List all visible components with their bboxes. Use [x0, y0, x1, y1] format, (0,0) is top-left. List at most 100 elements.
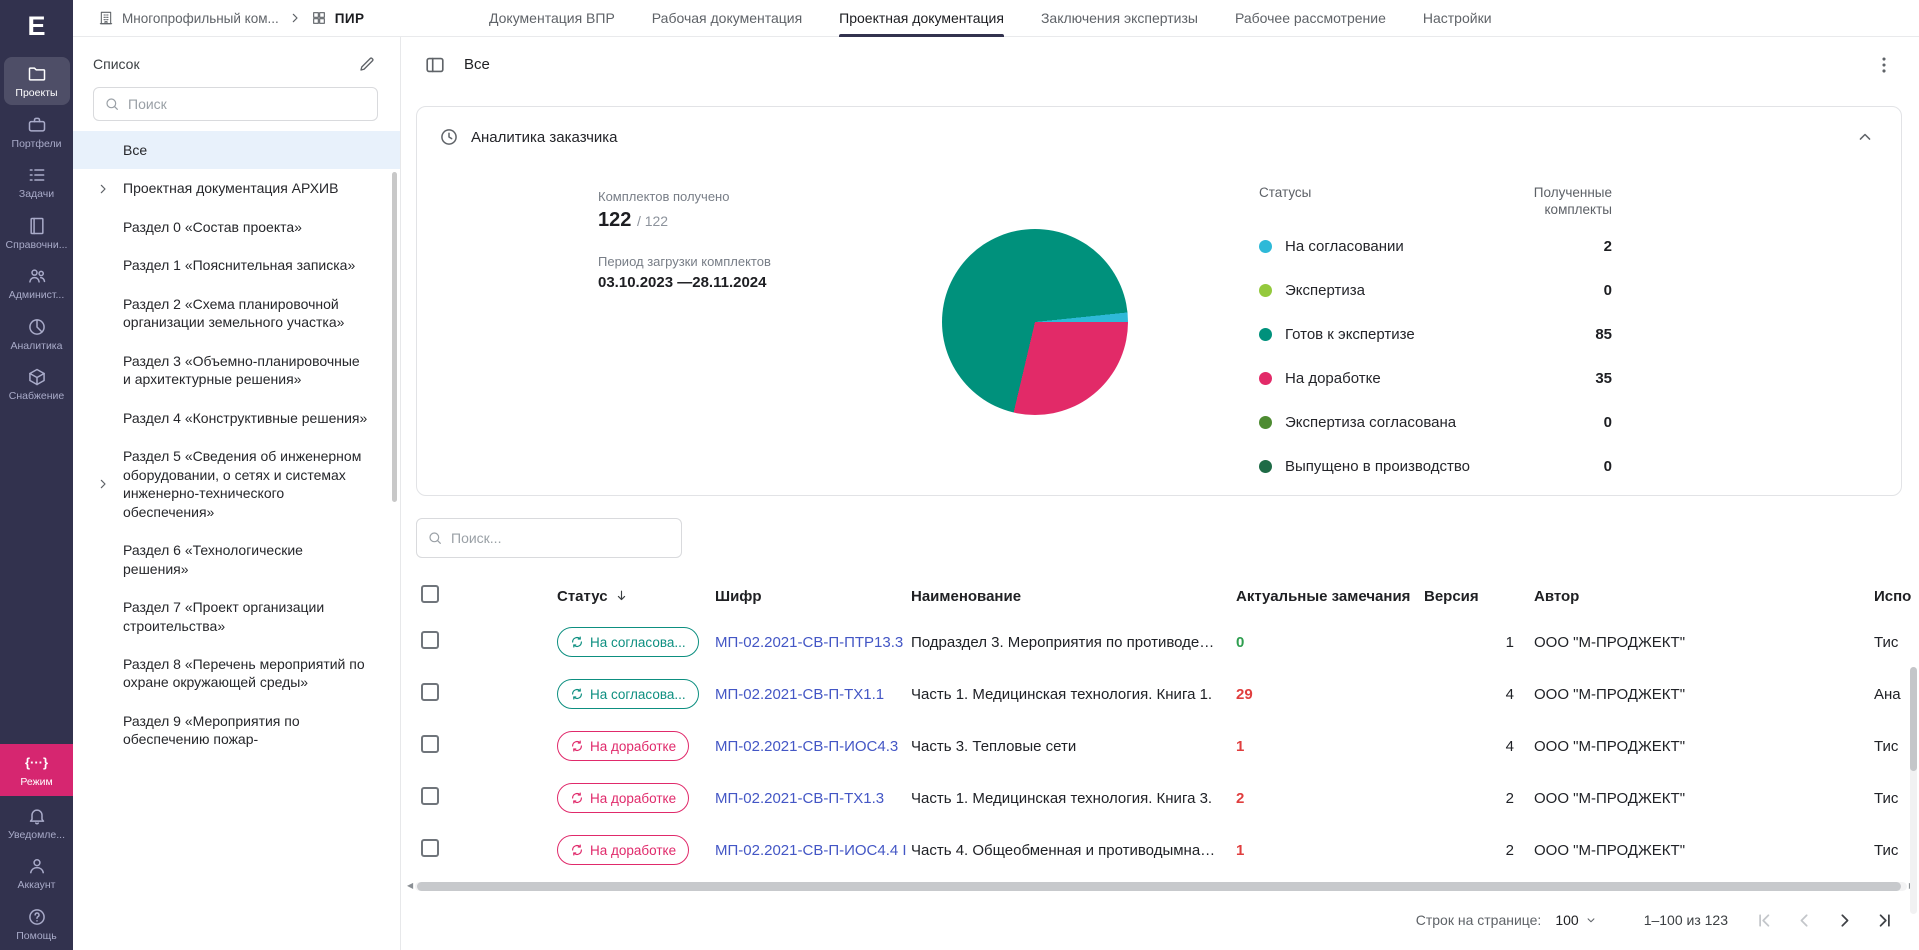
breadcrumb-project[interactable]: Многопрофильный ком...: [122, 11, 279, 26]
status-badge[interactable]: На доработке: [557, 783, 689, 813]
tree-item-all[interactable]: Все: [73, 131, 400, 169]
status-count: 0: [1604, 458, 1612, 475]
tab-vpr-documentation[interactable]: Документация ВПР: [489, 0, 615, 37]
row-checkbox[interactable]: [421, 735, 439, 753]
sidebar-search-input[interactable]: [128, 96, 367, 112]
nav-item-portfolios[interactable]: Портфели: [4, 108, 70, 156]
chevron-right-icon[interactable]: [95, 476, 111, 492]
first-page-button[interactable]: [1754, 910, 1775, 931]
tab-working-review[interactable]: Рабочее рассмотрение: [1235, 0, 1386, 37]
column-header-name[interactable]: Наименование: [911, 588, 1236, 605]
tree-item-section-8[interactable]: Раздел 8 «Перечень мероприятий по охране…: [73, 645, 400, 702]
chevron-right-icon: [1834, 910, 1855, 931]
breadcrumb-section[interactable]: ПИР: [335, 11, 365, 26]
legend-header-received: Полученные комплекты: [1500, 185, 1612, 219]
more-options-button[interactable]: [1871, 52, 1897, 78]
received-kits-label: Комплектов получено: [598, 189, 858, 204]
nav-item-tasks[interactable]: Задачи: [4, 158, 70, 206]
row-checkbox[interactable]: [421, 839, 439, 857]
document-code-link[interactable]: МП-02.2021-СВ-П-ПТР13.3: [715, 634, 903, 651]
building-icon: [98, 10, 114, 26]
nav-item-reference[interactable]: Справочни...: [4, 209, 70, 257]
nav-item-supply[interactable]: Снабжение: [4, 360, 70, 408]
tab-expertise-conclusions[interactable]: Заключения экспертизы: [1041, 0, 1198, 37]
column-header-version[interactable]: Версия: [1424, 588, 1518, 605]
nav-item-analytics[interactable]: Аналитика: [4, 310, 70, 358]
kebab-icon: [1873, 54, 1895, 76]
column-header-status[interactable]: Статус: [557, 588, 715, 605]
row-checkbox[interactable]: [421, 631, 439, 649]
collapse-analytics-button[interactable]: [1853, 125, 1877, 149]
row-checkbox[interactable]: [421, 787, 439, 805]
sort-desc-icon[interactable]: [614, 588, 629, 603]
last-page-icon: [1874, 910, 1895, 931]
table-row: На доработке МП-02.2021-СВ-П-ИОС4.4 I Ча…: [401, 824, 1919, 876]
clock-chart-icon: [27, 317, 47, 337]
tree-item-section-3[interactable]: Раздел 3 «Объемно-планировочные и архите…: [73, 342, 400, 399]
column-header-remarks[interactable]: Актуальные замечания: [1236, 588, 1424, 605]
tab-project-documentation[interactable]: Проектная документация: [839, 0, 1004, 37]
column-header-code[interactable]: Шифр: [715, 588, 911, 605]
status-badge[interactable]: На доработке: [557, 731, 689, 761]
document-code-link[interactable]: МП-02.2021-СВ-П-ТХ1.1: [715, 686, 884, 703]
chevron-right-icon[interactable]: [95, 181, 111, 197]
section-tree: Все Проектная документация АРХИВ Раздел …: [73, 131, 400, 950]
tree-item-section-1[interactable]: Раздел 1 «Пояснительная записка»: [73, 246, 400, 284]
upload-period-label: Период загрузки комплектов: [598, 254, 858, 269]
horizontal-scroll-thumb[interactable]: [417, 882, 1901, 891]
sidebar-scrollbar[interactable]: [392, 172, 397, 502]
row-checkbox[interactable]: [421, 683, 439, 701]
nav-item-account[interactable]: Аккаунт: [4, 849, 70, 897]
nav-item-help[interactable]: Помощь: [4, 900, 70, 948]
last-page-button[interactable]: [1874, 910, 1895, 931]
status-dot: [1259, 284, 1272, 297]
status-badge[interactable]: На доработке: [557, 835, 689, 865]
panel-toggle-icon: [424, 54, 446, 76]
column-header-executor[interactable]: Испо: [1864, 588, 1919, 605]
nav-item-projects[interactable]: Проекты: [4, 57, 70, 105]
edit-list-button[interactable]: [356, 53, 378, 75]
rows-per-page-select[interactable]: 100: [1555, 912, 1597, 928]
tree-item-section-5[interactable]: Раздел 5 «Сведения об инженерном оборудо…: [73, 437, 400, 531]
chevron-left-icon: [1794, 910, 1815, 931]
nav-item-mode[interactable]: {···} Режим: [0, 744, 73, 796]
next-page-button[interactable]: [1834, 910, 1855, 931]
tree-item-archive[interactable]: Проектная документация АРХИВ: [73, 169, 400, 207]
table-row: На доработке МП-02.2021-СВ-П-ИОС4.3 Част…: [401, 720, 1919, 772]
scroll-left-icon[interactable]: ◀: [407, 882, 413, 890]
vertical-scroll-thumb[interactable]: [1910, 667, 1917, 771]
topbar: Многопрофильный ком... ПИР Документация …: [73, 0, 1919, 37]
tree-item-section-6[interactable]: Раздел 6 «Технологические решения»: [73, 531, 400, 588]
status-badge[interactable]: На согласова...: [557, 679, 699, 709]
table-search-input[interactable]: [451, 530, 671, 546]
status-dot: [1259, 240, 1272, 253]
tree-item-section-9[interactable]: Раздел 9 «Мероприятия по обеспечению пож…: [73, 702, 400, 759]
workspace: Список Все Проектная документация АРХИВ …: [73, 37, 1919, 950]
nav-item-admin[interactable]: Админист...: [4, 259, 70, 307]
tree-item-section-2[interactable]: Раздел 2 «Схема планировочной организаци…: [73, 285, 400, 342]
table-row: На доработке МП-02.2021-СВ-П-ТХ1.3 Часть…: [401, 772, 1919, 824]
table-search: [416, 518, 682, 558]
tree-item-section-0[interactable]: Раздел 0 «Состав проекта»: [73, 208, 400, 246]
search-icon: [104, 96, 120, 112]
toggle-sidebar-button[interactable]: [422, 52, 448, 78]
previous-page-button[interactable]: [1794, 910, 1815, 931]
select-all-checkbox[interactable]: [421, 585, 439, 603]
document-code-link[interactable]: МП-02.2021-СВ-П-ТХ1.3: [715, 790, 884, 807]
document-code-link[interactable]: МП-02.2021-СВ-П-ИОС4.3: [715, 738, 898, 755]
status-pie-chart[interactable]: [942, 229, 1128, 415]
document-tabs: Документация ВПР Рабочая документация Пр…: [489, 0, 1492, 37]
nav-item-notifications[interactable]: Уведомле...: [4, 799, 70, 847]
status-badge[interactable]: На согласова...: [557, 627, 699, 657]
pagination-bar: Строк на странице: 100 1–100 из 123: [401, 900, 1919, 940]
document-name: Подраздел 3. Мероприятия по противодейст…: [911, 634, 1236, 651]
vertical-scrollbar[interactable]: [1910, 667, 1917, 914]
document-code-link[interactable]: МП-02.2021-СВ-П-ИОС4.4 I: [715, 842, 907, 859]
tab-settings[interactable]: Настройки: [1423, 0, 1492, 37]
column-header-author[interactable]: Автор: [1518, 588, 1864, 605]
tree-item-section-7[interactable]: Раздел 7 «Проект организации строительст…: [73, 588, 400, 645]
received-kits-value: 122 / 122: [598, 209, 858, 232]
tree-item-section-4[interactable]: Раздел 4 «Конструктивные решения»: [73, 399, 400, 437]
horizontal-scroll-track[interactable]: [415, 882, 1907, 891]
tab-working-documentation[interactable]: Рабочая документация: [652, 0, 802, 37]
